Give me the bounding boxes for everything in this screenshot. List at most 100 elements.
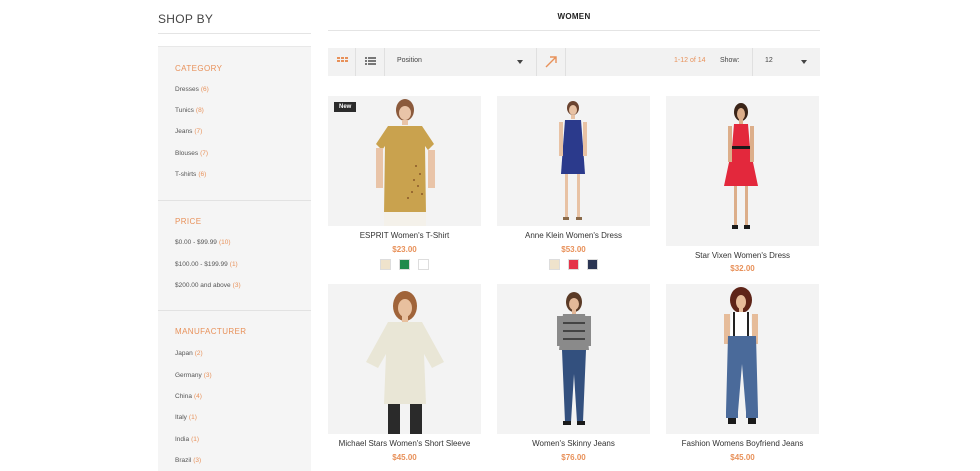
product-image[interactable]: [666, 96, 819, 246]
color-swatch-red[interactable]: [568, 259, 579, 270]
chevron-down-icon: [801, 60, 807, 64]
filter-item-dresses[interactable]: Dresses (6): [175, 86, 209, 93]
color-swatch-beige[interactable]: [380, 259, 391, 270]
product-image[interactable]: New: [328, 96, 481, 226]
filter-item-count: (3): [193, 457, 202, 464]
filter-group-category: CATEGORY Dresses (6) Tunics (8) Jeans (7) B…: [158, 47, 311, 197]
filter-item-china[interactable]: China (4): [175, 393, 202, 400]
list-view-button[interactable]: [356, 48, 385, 76]
sort-by-select[interactable]: Position: [385, 48, 537, 76]
item-count-text: 1-12 of 14: [674, 57, 706, 64]
filter-panel: CATEGORY Dresses (6) Tunics (8) Jeans (7) B…: [158, 46, 311, 471]
skinny-jeans-model-image: [557, 292, 591, 425]
product-image[interactable]: [497, 96, 650, 226]
list-view-icon: [365, 57, 376, 65]
color-swatch-green[interactable]: [399, 259, 410, 270]
filter-item-label: Brazil: [175, 457, 192, 464]
product-name[interactable]: ESPRIT Women's T-Shirt: [328, 231, 481, 240]
filter-item-label: $100.00 - $199.99: [175, 261, 228, 268]
filter-item-brazil[interactable]: Brazil (3): [175, 457, 201, 464]
product-image[interactable]: [666, 284, 819, 434]
filter-item-count: (1): [191, 436, 200, 443]
boyfriend-jeans-model-image: [724, 287, 758, 424]
filter-item-label: T-shirts: [175, 171, 197, 178]
filter-item-label: Germany: [175, 372, 202, 379]
filter-item-label: Jeans: [175, 128, 193, 135]
color-swatch-navy[interactable]: [587, 259, 598, 270]
filter-item-count: (7): [200, 150, 209, 157]
filter-item-count: (10): [218, 239, 231, 246]
divider: [328, 30, 820, 31]
limit-value: 12: [765, 57, 773, 64]
product-price: $53.00: [561, 245, 586, 254]
filter-item-count: (3): [203, 372, 212, 379]
filter-item-count: (6): [198, 171, 207, 178]
product-name[interactable]: Women's Skinny Jeans: [497, 439, 650, 448]
chevron-down-icon: [517, 60, 523, 64]
product-name[interactable]: Michael Stars Women's Short Sleeve: [328, 439, 481, 448]
filter-item-label: $200.00 and above: [175, 282, 231, 289]
filter-item-label: China: [175, 393, 192, 400]
filter-item-label: Japan: [175, 350, 193, 357]
filter-item-count: (8): [195, 107, 204, 114]
product-image[interactable]: [328, 284, 481, 434]
filter-item-price-0-99[interactable]: $0.00 - $99.99 (10): [175, 239, 231, 246]
product-price: $32.00: [730, 264, 755, 273]
product-name[interactable]: Fashion Womens Boyfriend Jeans: [666, 439, 819, 448]
filter-item-label: Blouses: [175, 150, 199, 157]
product-card[interactable]: Women's Skinny Jeans $76.00: [497, 284, 650, 471]
dress-model-image: [559, 101, 587, 220]
sort-direction-button[interactable]: [537, 48, 566, 76]
filter-item-count: (4): [193, 393, 202, 400]
toolbar: Position 1-12 of 14 Show: 12: [328, 48, 820, 76]
product-card[interactable]: Star Vixen Women's Dress $32.00: [666, 96, 819, 276]
sort-direction-arrow-icon: [545, 56, 557, 68]
filter-item-label: Dresses: [175, 86, 199, 93]
filter-item-italy[interactable]: Italy (1): [175, 414, 197, 421]
color-swatch-beige[interactable]: [549, 259, 560, 270]
grid-view-button[interactable]: [328, 48, 356, 76]
product-price: $45.00: [730, 453, 755, 462]
blouse-model-image: [366, 291, 444, 434]
shop-by-heading: SHOP BY: [158, 12, 214, 26]
color-swatch-white[interactable]: [418, 259, 429, 270]
filter-item-count: (2): [194, 350, 203, 357]
color-swatches: [497, 259, 650, 270]
filter-title-price: PRICE: [175, 217, 202, 226]
limit-select[interactable]: 12: [752, 48, 820, 76]
filter-item-germany[interactable]: Germany (3): [175, 372, 212, 379]
grid-view-icon: [337, 57, 348, 62]
filter-item-count: (1): [188, 414, 197, 421]
product-price: $23.00: [392, 245, 417, 254]
tshirt-model-image: [376, 99, 435, 226]
show-label: Show:: [720, 57, 740, 64]
product-card[interactable]: New ESPRIT Women's T-Shirt $23.00: [328, 96, 481, 276]
filter-item-blouses[interactable]: Blouses (7): [175, 150, 208, 157]
filter-item-price-200-up[interactable]: $200.00 and above (3): [175, 282, 241, 289]
filter-item-price-100-199[interactable]: $100.00 - $199.99 (1): [175, 261, 238, 268]
filter-item-jeans[interactable]: Jeans (7): [175, 128, 202, 135]
filter-item-india[interactable]: India (1): [175, 436, 199, 443]
filter-title-manufacturer: MANUFACTURER: [175, 327, 247, 336]
red-dress-model-image: [724, 103, 758, 229]
product-price: $45.00: [392, 453, 417, 462]
product-name[interactable]: Anne Klein Women's Dress: [497, 231, 650, 240]
filter-item-count: (6): [200, 86, 209, 93]
filter-title-category: CATEGORY: [175, 64, 223, 73]
color-swatches: [328, 259, 481, 270]
sort-by-value: Position: [397, 57, 422, 64]
filter-item-count: (1): [229, 261, 238, 268]
page-title: WOMEN: [557, 12, 591, 21]
filter-group-manufacturer: MANUFACTURER Japan (2) Germany (3) China (4…: [158, 310, 311, 471]
product-card[interactable]: Anne Klein Women's Dress $53.00: [497, 96, 650, 276]
sidebar: SHOP BY CATEGORY Dresses (6) Tunics (8) Je…: [158, 0, 311, 471]
filter-item-label: Tunics: [175, 107, 194, 114]
divider: [158, 33, 311, 34]
product-image[interactable]: [497, 284, 650, 434]
filter-item-japan[interactable]: Japan (2): [175, 350, 203, 357]
product-card[interactable]: Fashion Womens Boyfriend Jeans $45.00: [666, 284, 819, 471]
product-card[interactable]: Michael Stars Women's Short Sleeve $45.0…: [328, 284, 481, 471]
filter-item-t-shirts[interactable]: T-shirts (6): [175, 171, 206, 178]
filter-item-tunics[interactable]: Tunics (8): [175, 107, 204, 114]
product-name[interactable]: Star Vixen Women's Dress: [666, 251, 819, 260]
